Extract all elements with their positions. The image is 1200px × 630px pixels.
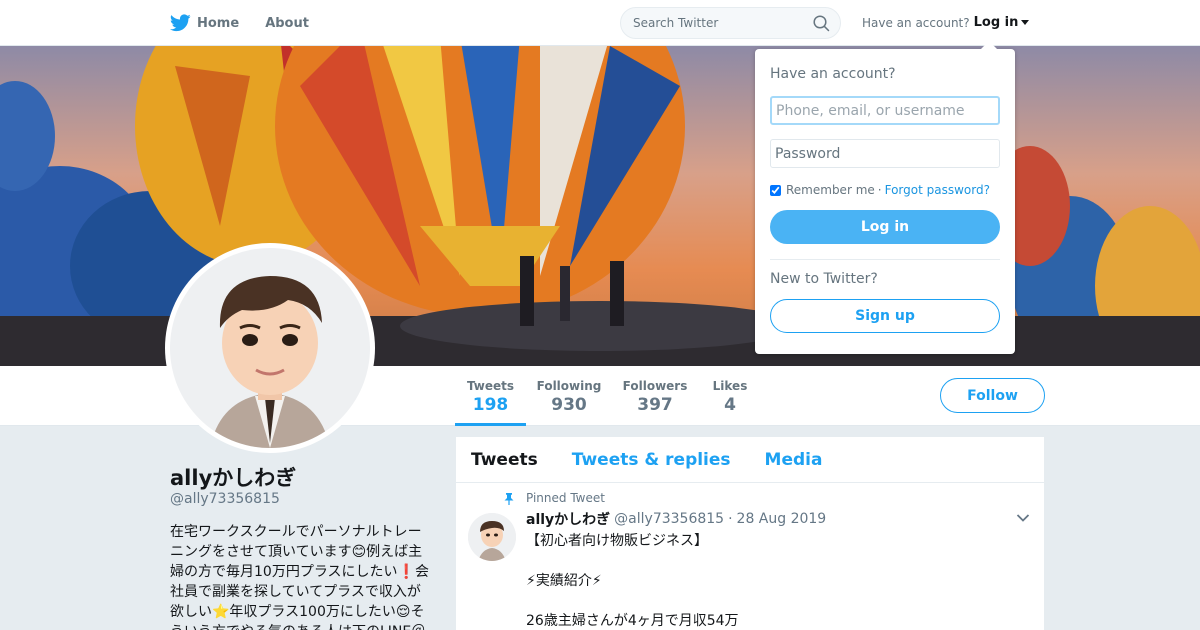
stat-likes[interactable]: Likes 4 — [708, 366, 752, 426]
nav-left: Home About — [170, 0, 335, 46]
tweet-line: ⚡実績紹介⚡ — [526, 573, 602, 589]
stat-following-value: 930 — [551, 395, 587, 415]
dropdown-divider — [770, 259, 1000, 260]
login-button[interactable]: Log in — [770, 210, 1000, 244]
login-dropdown-title: Have an account? — [770, 66, 896, 82]
remember-me-checkbox[interactable] — [770, 184, 781, 196]
timeline: Tweets Tweets & replies Media Pinned Twe… — [456, 437, 1044, 630]
tweet-avatar[interactable] — [468, 513, 516, 561]
tab-media[interactable]: Media — [765, 450, 823, 470]
login-link-label: Log in — [973, 15, 1019, 30]
follow-button[interactable]: Follow — [940, 378, 1045, 413]
stat-tweets[interactable]: Tweets 198 — [455, 366, 526, 426]
top-navigation: Home About Have an account? Log in — [0, 0, 1200, 46]
avatar-image — [170, 248, 370, 448]
search-icon[interactable] — [813, 15, 830, 32]
stat-likes-value: 4 — [724, 395, 736, 415]
new-to-twitter-text: New to Twitter? — [770, 271, 878, 287]
signup-button[interactable]: Sign up — [770, 299, 1000, 333]
stat-following[interactable]: Following 930 — [536, 366, 602, 426]
stat-likes-label: Likes — [712, 379, 748, 393]
tab-tweets[interactable]: Tweets — [471, 450, 538, 470]
tweet-avatar-illustration — [468, 513, 516, 561]
stat-followers-label: Followers — [622, 379, 688, 393]
remember-me-label: Remember me — [786, 183, 875, 197]
tweet-line: 【初心者向け物販ビジネス】 — [526, 533, 708, 549]
remember-row: Remember me · Forgot password? — [770, 183, 1000, 197]
pinned-indicator: Pinned Tweet — [504, 491, 1029, 505]
stat-followers-value: 397 — [637, 395, 673, 415]
pinned-label: Pinned Tweet — [526, 491, 605, 505]
tweet-line: 26歳主婦さんが4ヶ月で月収54万 — [526, 613, 739, 629]
tab-tweets-and-replies[interactable]: Tweets & replies — [572, 450, 731, 470]
login-menu-toggle[interactable]: Log in — [974, 15, 1030, 30]
nav-about[interactable]: About — [265, 16, 309, 31]
avatar-illustration — [210, 276, 330, 448]
pin-icon — [504, 493, 514, 505]
tweet-line — [526, 551, 1029, 571]
tweet-author-handle[interactable]: @ally73356815 — [614, 511, 724, 527]
login-dropdown: Have an account? Remember me · Forgot pa… — [755, 41, 1015, 354]
tweet-line — [526, 591, 1029, 611]
search-input[interactable] — [633, 16, 803, 30]
search-box[interactable] — [620, 7, 841, 39]
profile-name: allyかしわぎ — [170, 466, 297, 490]
twitter-bird-icon — [170, 14, 191, 32]
username-input[interactable] — [770, 96, 1000, 125]
account-prompt: Have an account? Log in — [862, 15, 1030, 30]
stat-tweets-label: Tweets — [466, 379, 515, 393]
timeline-tabs: Tweets Tweets & replies Media — [456, 437, 1044, 483]
tweet-date[interactable]: 28 Aug 2019 — [737, 511, 827, 527]
profile-avatar[interactable] — [165, 243, 375, 453]
nav-about-label: About — [265, 15, 309, 31]
nav-home-label: Home — [197, 15, 240, 31]
stat-following-label: Following — [536, 379, 602, 393]
password-input[interactable] — [770, 139, 1000, 168]
profile-handle[interactable]: @ally73356815 — [170, 491, 280, 507]
stat-tweets-value: 198 — [472, 395, 509, 415]
caret-down-icon — [1021, 20, 1030, 25]
remember-separator: · — [877, 183, 882, 197]
tweet-header: allyかしわぎ @ally73356815 · 28 Aug 2019 — [526, 509, 1029, 529]
chevron-down-icon[interactable] — [1016, 513, 1030, 523]
forgot-password-link[interactable]: Forgot password? — [885, 183, 990, 197]
nav-home[interactable]: Home — [170, 14, 239, 32]
tweet-meta-separator: · — [728, 511, 733, 527]
tweet-body: 【初心者向け物販ビジネス】 ⚡実績紹介⚡ 26歳主婦さんが4ヶ月で月収54万 — [526, 531, 1029, 630]
tweet-author-name[interactable]: allyかしわぎ — [526, 509, 610, 529]
have-account-text: Have an account? — [862, 15, 970, 30]
profile-bio: 在宅ワークスクールでパーソナルトレーニングをさせて頂いています😊例えば主婦の方で… — [170, 524, 429, 630]
pinned-tweet[interactable]: Pinned Tweet allyかしわぎ @ally73356815 · 28… — [456, 483, 1044, 630]
stat-followers[interactable]: Followers 397 — [622, 366, 688, 426]
